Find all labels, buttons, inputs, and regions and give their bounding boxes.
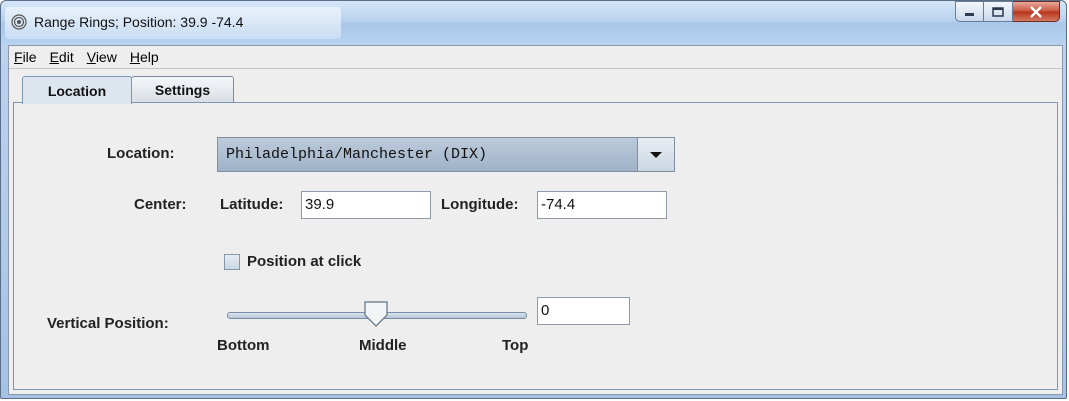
range-rings-window: Range Rings; Position: 39.9 -74.4 File E… xyxy=(0,0,1067,399)
menu-help[interactable]: Help xyxy=(124,49,166,65)
location-dropdown-button[interactable] xyxy=(637,138,674,171)
slider-middle-label: Middle xyxy=(359,337,407,354)
close-button[interactable] xyxy=(1013,1,1060,22)
longitude-label: Longitude: xyxy=(441,196,519,213)
vertical-value-field[interactable]: 0 xyxy=(537,297,630,325)
slider-top-label: Top xyxy=(502,337,529,354)
minimize-icon xyxy=(964,12,974,16)
tab-settings[interactable]: Settings xyxy=(131,76,234,102)
latitude-field[interactable]: 39.9 xyxy=(301,191,431,219)
location-panel: Location: Philadelphia/Manchester (DIX) … xyxy=(13,102,1058,390)
menu-separator xyxy=(9,68,1062,69)
title-bar[interactable]: Range Rings; Position: 39.9 -74.4 xyxy=(1,1,1066,45)
vertical-position-slider-thumb[interactable] xyxy=(364,301,388,327)
position-at-click-checkbox[interactable] xyxy=(224,254,240,270)
window-controls xyxy=(955,1,1060,22)
menu-edit-label: dit xyxy=(58,49,74,65)
location-value: Philadelphia/Manchester (DIX) xyxy=(226,146,488,163)
tab-location[interactable]: Location xyxy=(22,76,132,104)
menu-help-mnemonic: H xyxy=(129,49,140,65)
range-rings-icon xyxy=(11,14,27,30)
menu-view-mnemonic: V xyxy=(86,49,96,65)
chevron-down-icon xyxy=(650,151,662,158)
location-combobox[interactable]: Philadelphia/Manchester (DIX) xyxy=(217,137,675,172)
close-icon xyxy=(1030,5,1042,18)
location-label: Location: xyxy=(107,145,175,162)
vertical-position-label: Vertical Position: xyxy=(47,315,169,332)
client-area: File Edit View Help Location Settings Lo… xyxy=(8,45,1063,395)
menu-file-mnemonic: F xyxy=(14,49,23,65)
window-title: Range Rings; Position: 39.9 -74.4 xyxy=(34,14,244,30)
menu-edit-mnemonic: E xyxy=(49,49,59,65)
menu-bar: File Edit View Help xyxy=(9,46,1062,68)
menu-help-label: elp xyxy=(139,49,159,65)
center-label: Center: xyxy=(134,196,187,213)
maximize-button[interactable] xyxy=(984,1,1013,22)
position-at-click-label[interactable]: Position at click xyxy=(247,253,361,270)
menu-file-label: ile xyxy=(22,49,37,65)
menu-view[interactable]: View xyxy=(81,49,124,65)
slider-bottom-label: Bottom xyxy=(217,337,270,354)
latitude-label: Latitude: xyxy=(220,196,284,213)
longitude-field[interactable]: -74.4 xyxy=(537,191,667,219)
menu-view-label: iew xyxy=(95,49,117,65)
minimize-button[interactable] xyxy=(955,1,984,22)
menu-file[interactable]: File xyxy=(9,49,44,65)
menu-edit[interactable]: Edit xyxy=(44,49,81,65)
maximize-icon xyxy=(992,6,1004,17)
